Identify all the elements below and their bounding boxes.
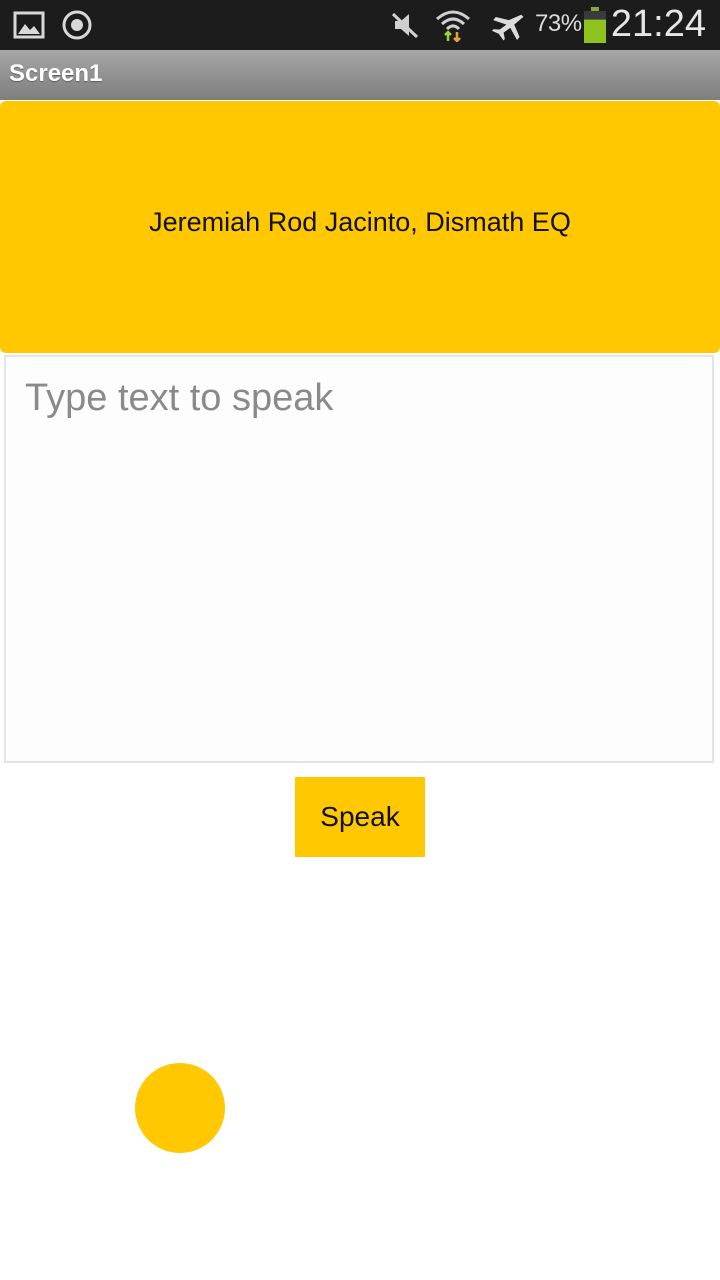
title-bar: Screen1 [0, 50, 720, 100]
airplane-mode-icon [490, 8, 530, 42]
sync-icon [60, 8, 94, 42]
gallery-icon [12, 8, 46, 42]
battery-percent: 73% [535, 10, 582, 37]
banner-label: Jeremiah Rod Jacinto, Dismath EQ [149, 206, 571, 237]
input-placeholder: Type text to speak [25, 377, 334, 419]
yellow-ball[interactable] [135, 1063, 225, 1153]
clock: 21:24 [610, 3, 706, 45]
speak-button[interactable]: Speak [295, 777, 425, 857]
screen-title: Screen1 [9, 60, 103, 87]
header-banner: Jeremiah Rod Jacinto, Dismath EQ [0, 101, 720, 353]
battery-icon [582, 7, 608, 43]
mute-icon [388, 8, 422, 42]
status-bar: 73% 21:24 [0, 0, 720, 50]
wifi-icon [433, 8, 473, 42]
speak-text-input[interactable]: Type text to speak [4, 355, 714, 763]
